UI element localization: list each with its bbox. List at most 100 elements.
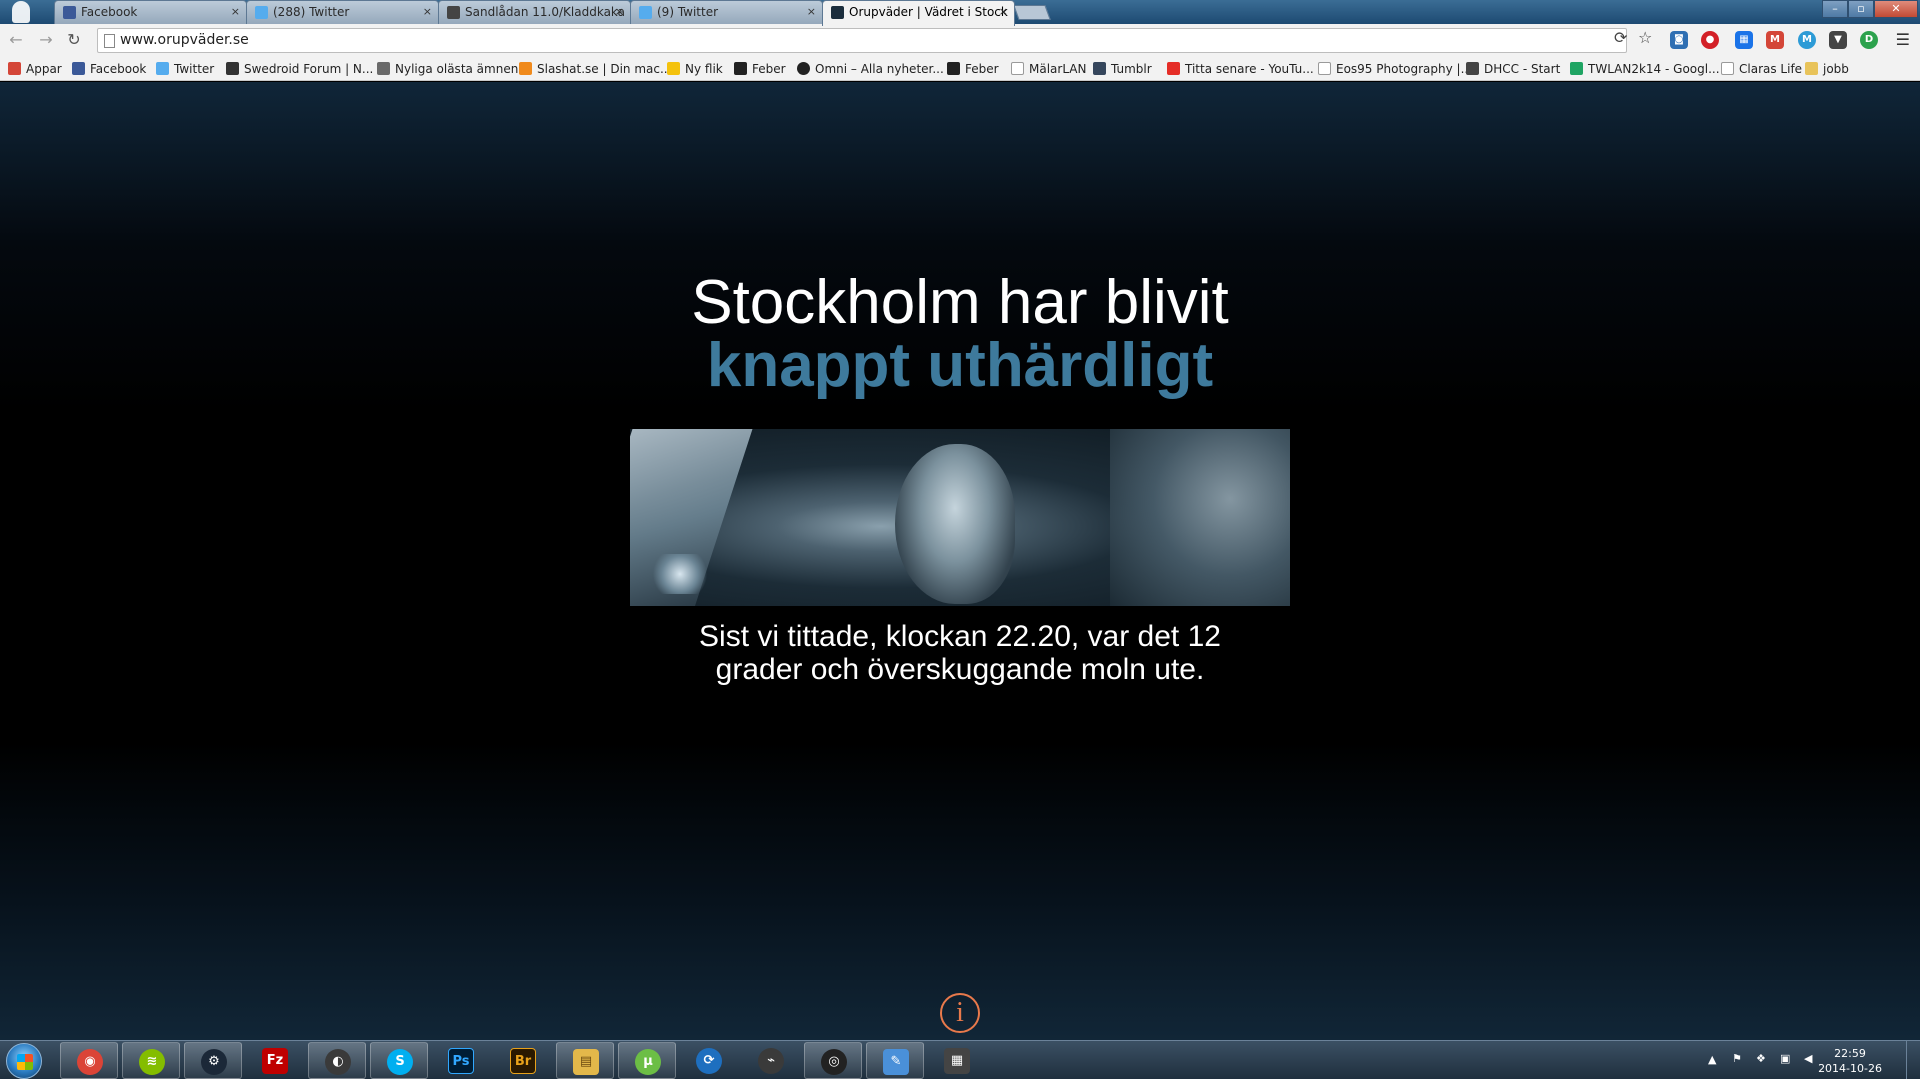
bookmark-claras-life[interactable]: Claras Life [1721,57,1802,81]
taskbar-media[interactable]: ▦ [928,1042,986,1079]
bookmark-label: Twitter [174,62,215,76]
weather-video[interactable] [630,429,1290,606]
back-button[interactable]: ← [6,30,26,50]
extension-icon[interactable]: ◙ [1670,31,1688,49]
video-lights [650,554,710,594]
volume-icon[interactable]: ◀ [1804,1052,1812,1079]
bookmark-label: DHCC - Start [1484,62,1561,76]
maximize-button[interactable]: ▫ [1848,0,1874,18]
tab-twitter-288[interactable]: (288) Twitter × [246,0,439,24]
swedroid-icon [226,62,239,75]
taskbar-photoshop[interactable]: Ps [432,1042,490,1079]
close-icon[interactable]: × [615,1,624,23]
youtube-icon [1167,62,1180,75]
bookmark-jobb[interactable]: jobb [1805,57,1849,81]
m-extension-icon[interactable]: M [1798,31,1816,49]
user-profile-icon[interactable] [12,1,30,23]
bookmark-ny-flik[interactable]: Ny flik [667,57,723,81]
satellite-icon: ⌁ [758,1048,784,1074]
taskbar-bridge[interactable]: Br [494,1042,552,1079]
network-icon[interactable]: ▣ [1780,1052,1790,1079]
calendar-icon[interactable]: ▦ [1735,31,1753,49]
show-desktop-button[interactable] [1906,1041,1920,1079]
bookmark-appar[interactable]: Appar [8,57,62,81]
new-tab-button[interactable] [1013,5,1051,20]
page-icon [1721,62,1734,75]
bookmark-label: Facebook [90,62,147,76]
taskbar-utorrent[interactable]: µ [618,1042,676,1079]
start-button[interactable] [6,1043,42,1079]
omni-icon [797,62,810,75]
dropbox-icon[interactable]: ❖ [1756,1052,1766,1079]
taskbar-satellite[interactable]: ⌁ [742,1042,800,1079]
camera-icon: ◎ [821,1049,847,1075]
tab-label: Facebook [81,5,138,19]
bookmark-malarlan[interactable]: MälarLAN [1011,57,1086,81]
tab-strip: Facebook × (288) Twitter × Sandlådan 11.… [0,0,1920,26]
tab-label: Sandlådan 11.0/Kladdkaka [465,5,626,19]
bridge-icon: Br [510,1048,536,1074]
twitter-icon [255,6,268,19]
bookmark-feber[interactable]: Feber [734,57,786,81]
bookmark-label: MälarLAN [1029,62,1087,76]
taskbar-steam[interactable]: ⚙ [184,1042,242,1079]
weather-description-wrap: Sist vi tittade, klockan 22.20, var det … [0,620,1920,686]
newtab-icon [667,62,680,75]
facebook-icon [72,62,85,75]
windows-logo-icon [17,1054,33,1070]
folder-icon [1805,62,1818,75]
close-icon[interactable]: × [423,1,432,23]
taskbar-notepad[interactable]: ✎ [866,1042,924,1079]
taskbar-chrome[interactable]: ◉ [60,1042,118,1079]
tab-facebook[interactable]: Facebook × [54,0,247,24]
close-icon[interactable]: × [231,1,240,23]
bookmark-eos95[interactable]: Eos95 Photography |... [1318,57,1472,81]
show-hidden-icons[interactable]: ▲ [1708,1053,1716,1079]
bookmark-youtube[interactable]: Titta senare - YouTu... [1167,57,1314,81]
minimize-button[interactable]: – [1822,0,1848,18]
bookmark-omni[interactable]: Omni – Alla nyheter... [797,57,944,81]
bookmark-twlan[interactable]: TWLAN2k14 - Googl... [1570,57,1720,81]
bookmark-tumblr[interactable]: Tumblr [1093,57,1152,81]
clock-date: 2014-10-26 [1818,1062,1882,1075]
gmail-icon[interactable]: M [1766,31,1784,49]
taskbar-sync[interactable]: ⟳ [680,1042,738,1079]
bookmark-label: Tumblr [1111,62,1152,76]
bookmark-star-icon[interactable]: ☆ [1638,28,1652,47]
action-center-flag-icon[interactable]: ⚑ [1732,1052,1742,1079]
taskbar-filezilla[interactable]: Fz [246,1042,304,1079]
address-bar[interactable]: www.orupväder.se [97,28,1627,53]
bookmark-nyliga[interactable]: Nyliga olästa ämnen [377,57,518,81]
tab-twitter-9[interactable]: (9) Twitter × [630,0,823,24]
bookmark-dhcc[interactable]: DHCC - Start [1466,57,1560,81]
taskbar-spotify[interactable]: ≋ [122,1042,180,1079]
taskbar-steelseries[interactable]: ◐ [308,1042,366,1079]
feber-icon [947,62,960,75]
headline-line-1: Stockholm har blivit [691,268,1229,337]
tab-orupvader[interactable]: Orupväder | Vädret i Stock × [822,0,1015,26]
bookmark-feber-2[interactable]: Feber [947,57,999,81]
menu-icon[interactable]: ☰ [1896,30,1910,49]
bookmark-twitter[interactable]: Twitter [156,57,214,81]
close-icon[interactable]: × [999,1,1008,23]
bookmark-facebook[interactable]: Facebook [72,57,146,81]
bookmark-swedroid[interactable]: Swedroid Forum | N... [226,57,373,81]
headline-line-2: knappt uthärdligt [706,331,1214,400]
close-icon[interactable]: × [807,1,816,23]
system-clock[interactable]: 22:59 2014-10-26 [1818,1046,1882,1076]
taskbar-explorer[interactable]: ▤ [556,1042,614,1079]
feedly-icon[interactable]: D [1860,31,1878,49]
info-icon[interactable]: i [940,993,980,1033]
reload-button[interactable]: ↻ [64,30,84,50]
pocket-icon[interactable]: ▼ [1829,31,1847,49]
tab-sandladan[interactable]: Sandlådan 11.0/Kladdkaka × [438,0,631,24]
bookmark-slashat[interactable]: Slashat.se | Din mac... [519,57,671,81]
taskbar-camera[interactable]: ◎ [804,1042,862,1079]
bookmark-label: Nyliga olästa ämnen [395,62,519,76]
url-text[interactable]: www.orupväder.se [120,29,249,52]
forward-button[interactable]: → [36,30,56,50]
taskbar-skype[interactable]: S [370,1042,428,1079]
sync-icon[interactable]: ⟳ [1614,28,1627,47]
adblock-icon[interactable]: ● [1701,31,1719,49]
close-window-button[interactable]: ✕ [1874,0,1918,18]
